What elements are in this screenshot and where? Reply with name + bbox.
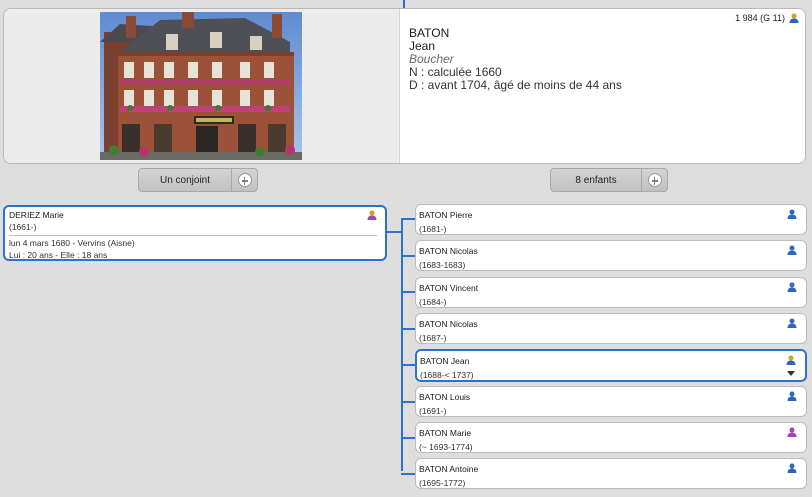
person-blue-icon xyxy=(787,282,797,292)
children-button[interactable]: 8 enfants xyxy=(550,168,668,192)
child-card[interactable]: BATON Pierre (1681-) xyxy=(415,204,807,235)
ancestor-link xyxy=(403,0,405,8)
person-info: 1 984 (G 11) BATON Jean Boucher N : calc… xyxy=(399,9,805,163)
person-purple-icon xyxy=(787,427,797,437)
child-name: BATON Jean xyxy=(420,356,470,366)
person-gold-icon xyxy=(789,13,799,23)
child-link xyxy=(401,328,415,330)
child-name: BATON Nicolas xyxy=(419,319,478,329)
sosa-number: 1 984 (G 11) xyxy=(735,13,785,23)
child-link xyxy=(401,364,415,366)
child-years: (1688-< 1737) xyxy=(420,370,474,380)
child-years: (1695-1772) xyxy=(419,478,466,488)
add-child-button[interactable] xyxy=(641,169,667,191)
child-name: BATON Louis xyxy=(419,392,471,402)
person-blue-icon xyxy=(787,209,797,219)
person-blue-icon xyxy=(787,391,797,401)
child-card-selected[interactable]: BATON Jean (1688-< 1737) xyxy=(415,349,807,382)
chevron-down-icon[interactable] xyxy=(787,371,795,376)
child-link xyxy=(401,291,415,293)
child-name: BATON Antoine xyxy=(419,464,479,474)
child-name: BATON Nicolas xyxy=(419,246,478,256)
plus-circle-icon xyxy=(237,173,252,187)
marriage-ages: Lui : 20 ans - Elle : 18 ans xyxy=(9,250,108,260)
child-years: (1691-) xyxy=(419,406,447,416)
child-link xyxy=(401,255,415,257)
spouse-name: DERIEZ Marie xyxy=(9,210,64,220)
person-blue-icon xyxy=(787,245,797,255)
person-purple-icon xyxy=(367,210,377,220)
sosa-badge: 1 984 (G 11) xyxy=(735,13,799,23)
child-years: (1687-) xyxy=(419,333,447,343)
divider xyxy=(9,235,377,236)
child-name: BATON Marie xyxy=(419,428,472,438)
child-card[interactable]: BATON Vincent (1684-) xyxy=(415,277,807,308)
child-card[interactable]: BATON Nicolas (1687-) xyxy=(415,313,807,344)
child-years: (1681-) xyxy=(419,224,447,234)
child-card[interactable]: BATON Antoine (1695-1772) xyxy=(415,458,807,489)
marriage-info: lun 4 mars 1680 - Vervins (Aisne) xyxy=(9,238,135,248)
child-card[interactable]: BATON Marie (~ 1693-1774) xyxy=(415,422,807,453)
child-name: BATON Pierre xyxy=(419,210,473,220)
child-years: (1683-1683) xyxy=(419,260,466,270)
child-link xyxy=(401,401,415,403)
child-card[interactable]: BATON Louis (1691-) xyxy=(415,386,807,417)
person-death: D : avant 1704, âgé de moins de 44 ans xyxy=(409,78,622,92)
person-panel: 1 984 (G 11) BATON Jean Boucher N : calc… xyxy=(3,8,806,164)
child-name: BATON Vincent xyxy=(419,283,479,293)
children-button-label: 8 enfants xyxy=(575,174,617,186)
spouses-button[interactable]: Un conjoint xyxy=(138,168,258,192)
child-years: (1684-) xyxy=(419,297,447,307)
child-card[interactable]: BATON Nicolas (1683-1683) xyxy=(415,240,807,271)
house-photo[interactable] xyxy=(100,12,302,160)
photo-area xyxy=(4,9,398,163)
person-blue-icon xyxy=(787,463,797,473)
child-years: (~ 1693-1774) xyxy=(419,442,473,452)
spouse-card[interactable]: DERIEZ Marie (1661-) lun 4 mars 1680 - V… xyxy=(3,205,387,261)
child-link xyxy=(401,218,415,220)
add-spouse-button[interactable] xyxy=(231,169,257,191)
child-link xyxy=(401,437,415,439)
spouse-years: (1661-) xyxy=(9,222,37,232)
person-gold-icon xyxy=(786,355,796,365)
child-link xyxy=(401,473,415,475)
person-blue-icon xyxy=(787,318,797,328)
spouses-button-label: Un conjoint xyxy=(159,174,211,186)
plus-circle-icon xyxy=(647,173,662,187)
